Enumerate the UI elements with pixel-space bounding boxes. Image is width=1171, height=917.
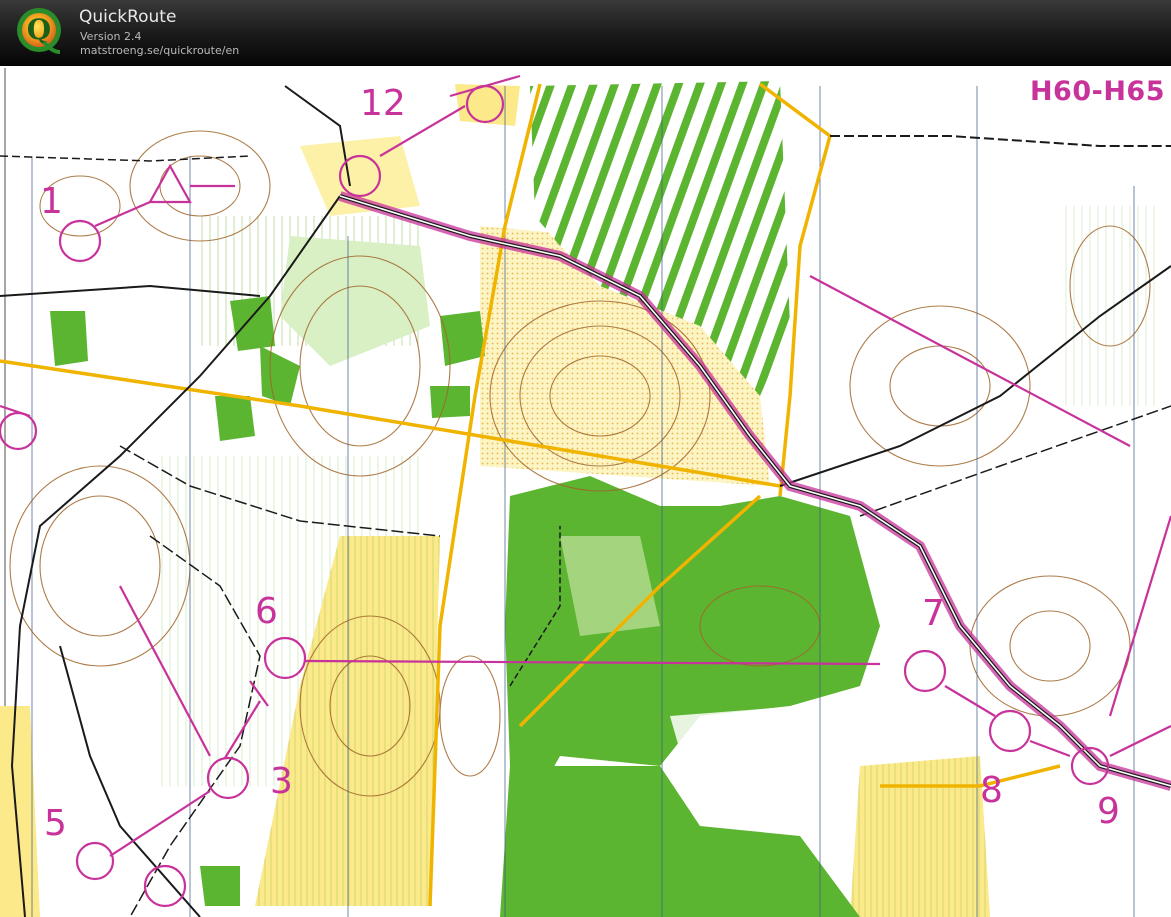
control-number-6: 6 — [255, 591, 278, 632]
control-number-9: 9 — [1097, 791, 1120, 832]
control-number-3: 3 — [270, 761, 293, 802]
app-title: QuickRoute — [79, 7, 177, 27]
title-bar: Q QuickRoute Version 2.4 matstroeng.se/q… — [0, 0, 1171, 66]
app-version: Version 2.4 — [80, 30, 142, 43]
control-number-12: 12 — [360, 83, 406, 124]
forest-area — [230, 296, 275, 351]
open-land-area — [850, 756, 990, 917]
class-label: H60-H65 — [1029, 76, 1165, 107]
forest-area — [430, 386, 470, 418]
control-number-1: 1 — [40, 181, 63, 222]
orienteering-map[interactable]: H60-H65 12 1 6 7 3 8 5 9 — [0, 66, 1171, 917]
quickroute-window: Q QuickRoute Version 2.4 matstroeng.se/q… — [0, 0, 1171, 917]
control-number-7: 7 — [922, 593, 945, 634]
app-url[interactable]: matstroeng.se/quickroute/en — [80, 44, 239, 57]
svg-text:Q: Q — [27, 13, 51, 46]
undergrowth-area — [1060, 206, 1160, 406]
control-number-5: 5 — [44, 803, 67, 844]
forest-area — [215, 396, 255, 441]
forest-area — [200, 866, 240, 906]
quickroute-logo-icon: Q — [17, 8, 61, 54]
forest-area — [50, 311, 88, 366]
control-number-8: 8 — [980, 770, 1003, 811]
open-land-area — [455, 84, 520, 126]
